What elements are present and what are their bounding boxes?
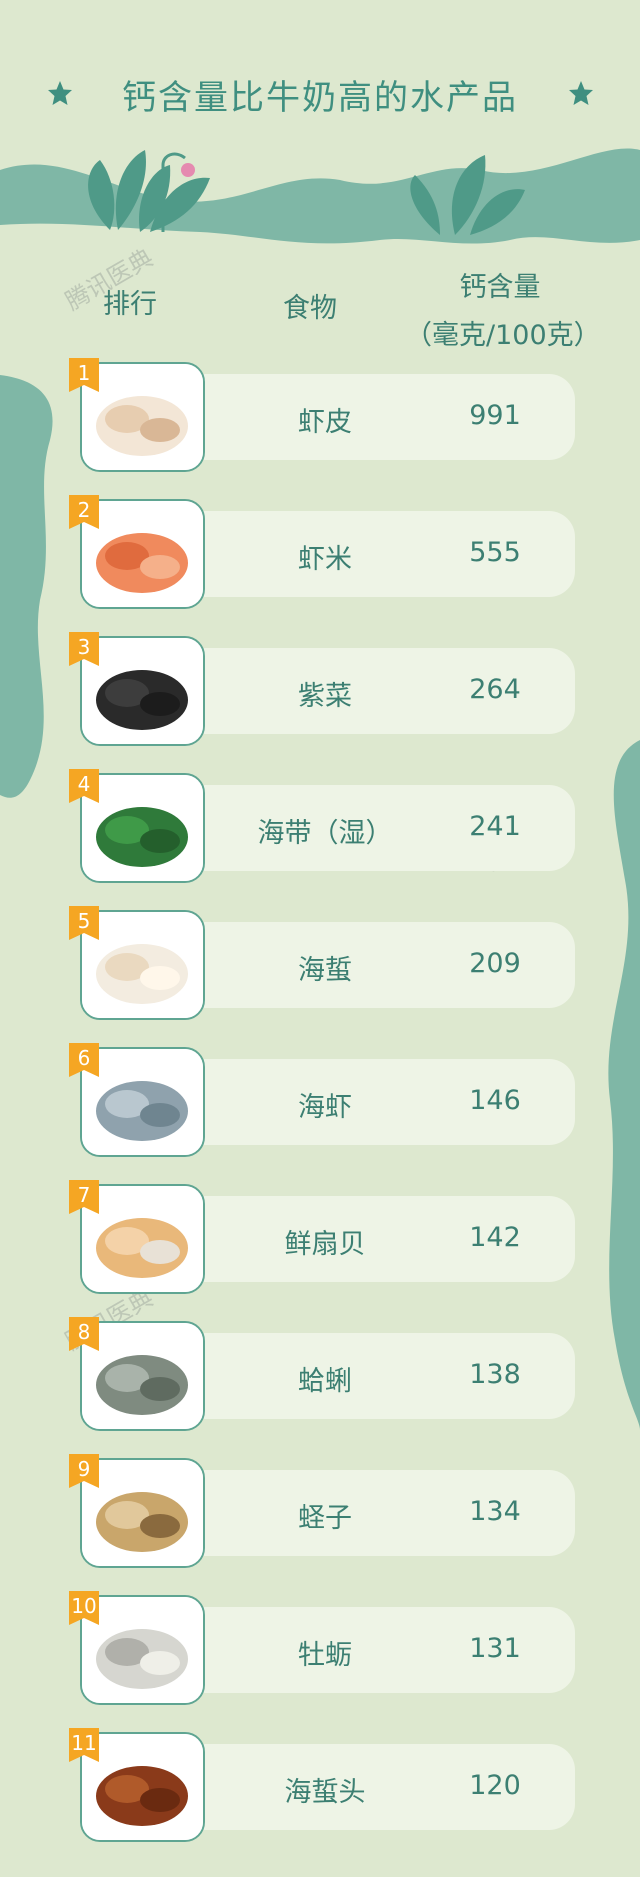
table-row: 2 虾米 555 <box>0 495 640 609</box>
food-name: 海带（湿） <box>257 818 393 849</box>
table-row: 1 虾皮 991 <box>0 358 640 472</box>
food-name: 蛏子 <box>298 1503 352 1534</box>
calcium-value: 991 <box>469 400 521 431</box>
calcium-value: 146 <box>469 1085 521 1116</box>
table-row: 9 蛏子 134 <box>0 1454 640 1568</box>
table-row: 8 蛤蜊 138 <box>0 1317 640 1431</box>
rank-number: 7 <box>77 1183 91 1207</box>
table-row: 3 紫菜 264 <box>0 632 640 746</box>
rank-number: 2 <box>77 498 91 522</box>
calcium-value: 120 <box>469 1770 521 1801</box>
rank-number: 9 <box>77 1457 91 1481</box>
rank-number: 1 <box>77 361 91 385</box>
table-row: 7 鲜扇贝 142 <box>0 1180 640 1294</box>
calcium-value: 134 <box>469 1496 521 1527</box>
page-title: 钙含量比牛奶高的水产品 <box>122 78 518 118</box>
header-food: 食物 <box>283 293 337 324</box>
calcium-value: 142 <box>469 1222 521 1253</box>
rank-number: 10 <box>71 1594 97 1618</box>
header-unit: （毫克/100克） <box>405 320 601 351</box>
table-row: 11 海蜇头 120 <box>0 1728 640 1842</box>
rank-number: 6 <box>77 1046 91 1070</box>
calcium-value: 138 <box>469 1359 521 1390</box>
calcium-value: 241 <box>469 811 521 842</box>
food-name: 海虾 <box>298 1092 352 1123</box>
rank-number: 11 <box>71 1731 97 1755</box>
rank-number: 4 <box>77 772 91 796</box>
table-row: 10 牡蛎 131 <box>0 1591 640 1705</box>
table-row: 4 海带（湿） 241 <box>0 769 640 883</box>
table-row: 6 海虾 146 <box>0 1043 640 1157</box>
food-name: 海蜇头 <box>284 1777 366 1808</box>
calcium-value: 264 <box>469 674 521 705</box>
food-name: 鲜扇贝 <box>284 1229 366 1260</box>
rank-number: 5 <box>77 909 91 933</box>
food-name: 虾米 <box>298 544 352 575</box>
food-name: 蛤蜊 <box>298 1366 352 1397</box>
food-name: 牡蛎 <box>298 1640 352 1671</box>
table-row: 5 海蜇 209 <box>0 906 640 1020</box>
food-name: 海蜇 <box>298 955 352 986</box>
calcium-value: 131 <box>469 1633 521 1664</box>
rank-number: 3 <box>77 635 91 659</box>
header-calcium: 钙含量 <box>459 272 541 303</box>
food-name: 紫菜 <box>298 681 352 712</box>
calcium-value: 209 <box>469 948 521 979</box>
calcium-value: 555 <box>469 537 521 568</box>
food-name: 虾皮 <box>298 407 352 438</box>
rank-number: 8 <box>77 1320 91 1344</box>
